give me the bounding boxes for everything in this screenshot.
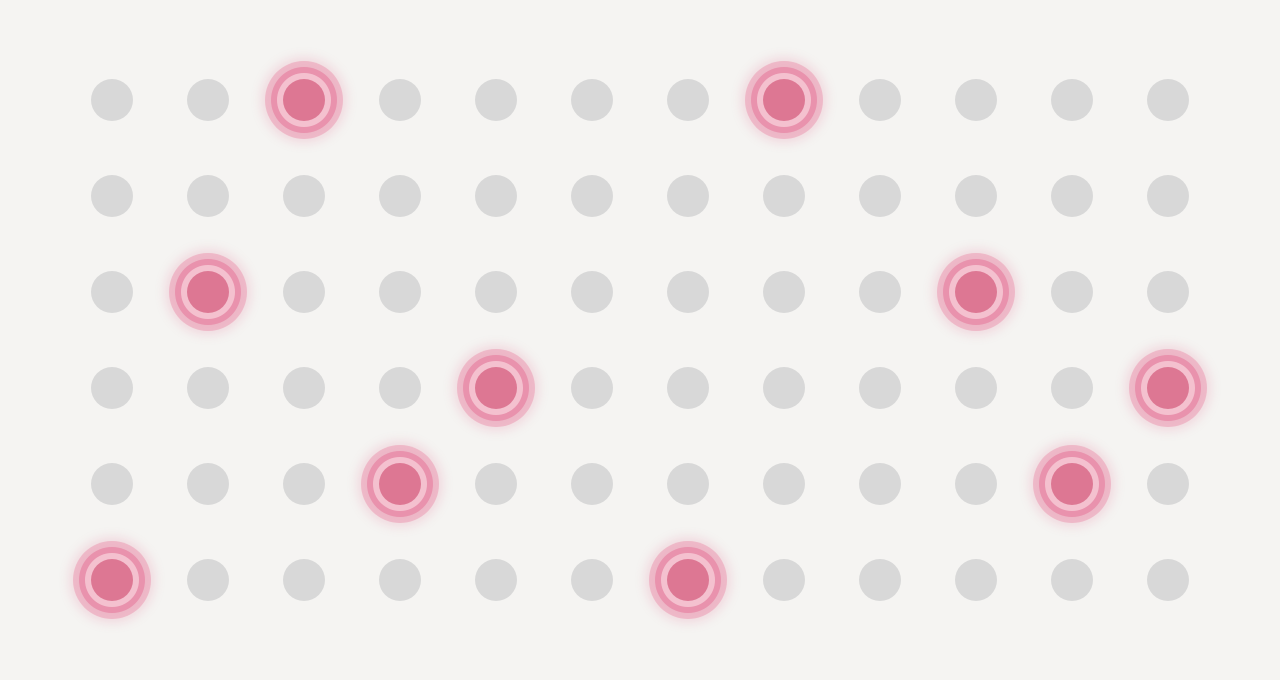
dot-r2-c4 bbox=[475, 271, 517, 313]
dot-r1-c10 bbox=[1051, 175, 1093, 217]
dot-r3-c10 bbox=[1051, 367, 1093, 409]
dot-grid bbox=[0, 0, 1280, 680]
dot-r5-c4 bbox=[475, 559, 517, 601]
active-dot-r5-c6 bbox=[667, 559, 709, 601]
dot-r3-c0 bbox=[91, 367, 133, 409]
dot-r0-c9 bbox=[955, 79, 997, 121]
dot-r2-c7 bbox=[763, 271, 805, 313]
dot-r4-c6 bbox=[667, 463, 709, 505]
dot-r4-c5 bbox=[571, 463, 613, 505]
dot-r5-c1 bbox=[187, 559, 229, 601]
dot-r3-c3 bbox=[379, 367, 421, 409]
dot-r0-c4 bbox=[475, 79, 517, 121]
dot-r5-c9 bbox=[955, 559, 997, 601]
dot-r1-c11 bbox=[1147, 175, 1189, 217]
dot-r1-c6 bbox=[667, 175, 709, 217]
dot-r5-c10 bbox=[1051, 559, 1093, 601]
dot-r3-c9 bbox=[955, 367, 997, 409]
dot-r2-c5 bbox=[571, 271, 613, 313]
active-dot-r4-c10 bbox=[1051, 463, 1093, 505]
dot-r3-c7 bbox=[763, 367, 805, 409]
dot-r0-c0 bbox=[91, 79, 133, 121]
dot-r0-c11 bbox=[1147, 79, 1189, 121]
dot-r3-c6 bbox=[667, 367, 709, 409]
dot-r3-c8 bbox=[859, 367, 901, 409]
dot-r1-c1 bbox=[187, 175, 229, 217]
dot-r5-c11 bbox=[1147, 559, 1189, 601]
active-dot-r3-c11 bbox=[1147, 367, 1189, 409]
dot-r5-c3 bbox=[379, 559, 421, 601]
dot-r0-c5 bbox=[571, 79, 613, 121]
dot-r3-c5 bbox=[571, 367, 613, 409]
active-dot-r2-c1 bbox=[187, 271, 229, 313]
dot-r2-c11 bbox=[1147, 271, 1189, 313]
dot-r3-c2 bbox=[283, 367, 325, 409]
active-dot-r2-c9 bbox=[955, 271, 997, 313]
dot-r0-c3 bbox=[379, 79, 421, 121]
active-dot-r0-c7 bbox=[763, 79, 805, 121]
active-dot-r4-c3 bbox=[379, 463, 421, 505]
dot-r4-c4 bbox=[475, 463, 517, 505]
dot-r4-c1 bbox=[187, 463, 229, 505]
dot-r4-c7 bbox=[763, 463, 805, 505]
dot-r2-c6 bbox=[667, 271, 709, 313]
dot-r3-c1 bbox=[187, 367, 229, 409]
active-dot-r3-c4 bbox=[475, 367, 517, 409]
dot-r1-c8 bbox=[859, 175, 901, 217]
dot-r4-c9 bbox=[955, 463, 997, 505]
dot-r4-c8 bbox=[859, 463, 901, 505]
dot-r1-c9 bbox=[955, 175, 997, 217]
dot-r2-c0 bbox=[91, 271, 133, 313]
dot-r2-c10 bbox=[1051, 271, 1093, 313]
dot-r1-c4 bbox=[475, 175, 517, 217]
dot-r5-c7 bbox=[763, 559, 805, 601]
dot-r1-c7 bbox=[763, 175, 805, 217]
dot-r4-c2 bbox=[283, 463, 325, 505]
dot-r5-c2 bbox=[283, 559, 325, 601]
dot-r0-c8 bbox=[859, 79, 901, 121]
dot-r2-c3 bbox=[379, 271, 421, 313]
dot-r5-c8 bbox=[859, 559, 901, 601]
dot-r1-c0 bbox=[91, 175, 133, 217]
dot-r0-c6 bbox=[667, 79, 709, 121]
dot-r4-c0 bbox=[91, 463, 133, 505]
active-dot-r5-c0 bbox=[91, 559, 133, 601]
dot-r4-c11 bbox=[1147, 463, 1189, 505]
dot-r5-c5 bbox=[571, 559, 613, 601]
dot-r1-c2 bbox=[283, 175, 325, 217]
dot-r2-c8 bbox=[859, 271, 901, 313]
dot-r1-c3 bbox=[379, 175, 421, 217]
dot-r0-c1 bbox=[187, 79, 229, 121]
active-dot-r0-c2 bbox=[283, 79, 325, 121]
dot-r1-c5 bbox=[571, 175, 613, 217]
dot-r2-c2 bbox=[283, 271, 325, 313]
dot-r0-c10 bbox=[1051, 79, 1093, 121]
